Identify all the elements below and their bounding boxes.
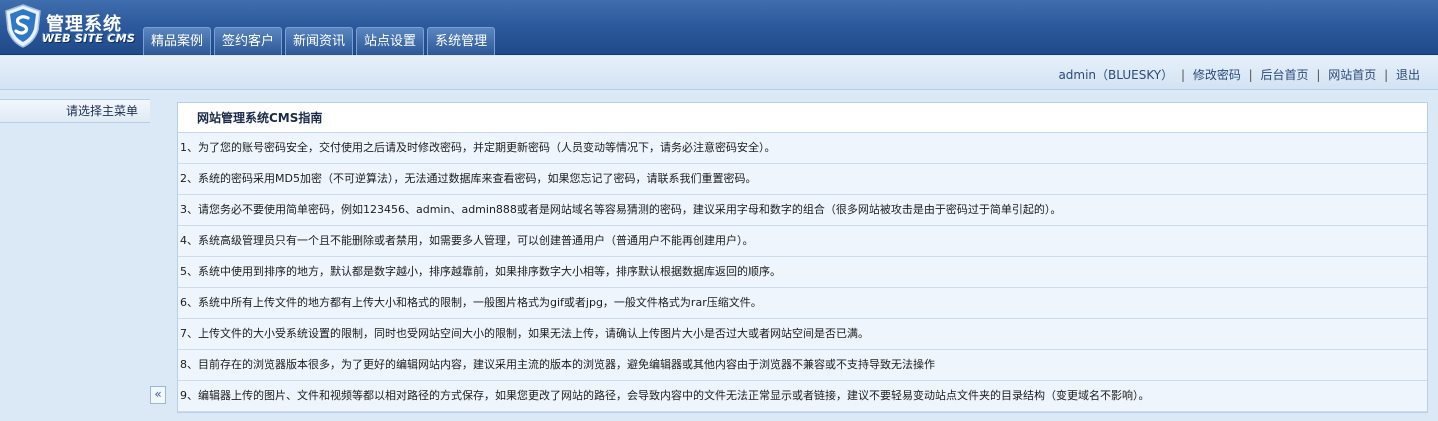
guide-panel: 网站管理系统CMS指南 1、为了您的账号密码安全，交付使用之后请及时修改密码，并… bbox=[177, 102, 1428, 413]
nav-tab-clients[interactable]: 签约客户 bbox=[214, 27, 283, 55]
nav-tab-site-settings[interactable]: 站点设置 bbox=[356, 27, 425, 55]
list-item: 5、系统中使用到排序的地方，默认都是数字越小，排序越靠前，如果排序数字大小相等，… bbox=[178, 257, 1427, 288]
list-item: 1、为了您的账号密码安全，交付使用之后请及时修改密码，并定期更新密码（人员变动等… bbox=[178, 133, 1427, 164]
app-subtitle: WEB SITE CMS bbox=[42, 32, 136, 45]
separator: | bbox=[1316, 68, 1321, 82]
separator: | bbox=[1384, 68, 1389, 82]
nav-tab-news[interactable]: 新闻资讯 bbox=[285, 27, 354, 55]
admin-home-link[interactable]: 后台首页 bbox=[1261, 68, 1309, 82]
app-logo: 管理系统 WEB SITE CMS bbox=[4, 4, 139, 50]
sidebar-collapse-button[interactable]: « bbox=[150, 386, 166, 404]
separator: | bbox=[1248, 68, 1253, 82]
main-nav: 精品案例 签约客户 新闻资讯 站点设置 系统管理 bbox=[143, 27, 498, 55]
header-bar: 管理系统 WEB SITE CMS 精品案例 签约客户 新闻资讯 站点设置 系统… bbox=[0, 0, 1438, 55]
list-item: 3、请您务必不要使用简单密码，例如123456、admin、admin888或者… bbox=[178, 195, 1427, 226]
list-item: 9、编辑器上传的图片、文件和视频等都以相对路径的方式保存，如果您更改了网站的路径… bbox=[178, 381, 1427, 412]
sidebar-heading: 请选择主菜单 bbox=[0, 99, 150, 123]
shield-logo-icon bbox=[5, 4, 41, 48]
user-links: admin（BLUESKY） | 修改密码 | 后台首页 | 网站首页 | 退出 bbox=[1058, 66, 1420, 83]
list-item: 2、系统的密码采用MD5加密（不可逆算法），无法通过数据库来查看密码，如果您忘记… bbox=[178, 164, 1427, 195]
list-item: 4、系统高级管理员只有一个且不能删除或者禁用，如需要多人管理，可以创建普通用户（… bbox=[178, 226, 1427, 257]
list-item: 7、上传文件的大小受系统设置的限制，同时也受网站空间大小的限制，如果无法上传，请… bbox=[178, 319, 1427, 350]
separator: | bbox=[1180, 68, 1185, 82]
panel-title: 网站管理系统CMS指南 bbox=[178, 103, 1427, 133]
user-bar: admin（BLUESKY） | 修改密码 | 后台首页 | 网站首页 | 退出 bbox=[0, 56, 1438, 90]
site-home-link[interactable]: 网站首页 bbox=[1328, 68, 1376, 82]
nav-tab-cases[interactable]: 精品案例 bbox=[143, 27, 212, 55]
change-password-link[interactable]: 修改密码 bbox=[1193, 68, 1241, 82]
list-item: 8、目前存在的浏览器版本很多，为了更好的编辑网站内容，建议采用主流的版本的浏览器… bbox=[178, 350, 1427, 381]
list-item: 6、系统中所有上传文件的地方都有上传大小和格式的限制，一般图片格式为gif或者j… bbox=[178, 288, 1427, 319]
nav-tab-system[interactable]: 系统管理 bbox=[427, 27, 496, 55]
current-user: admin（BLUESKY） bbox=[1058, 68, 1174, 82]
logout-link[interactable]: 退出 bbox=[1396, 68, 1420, 82]
